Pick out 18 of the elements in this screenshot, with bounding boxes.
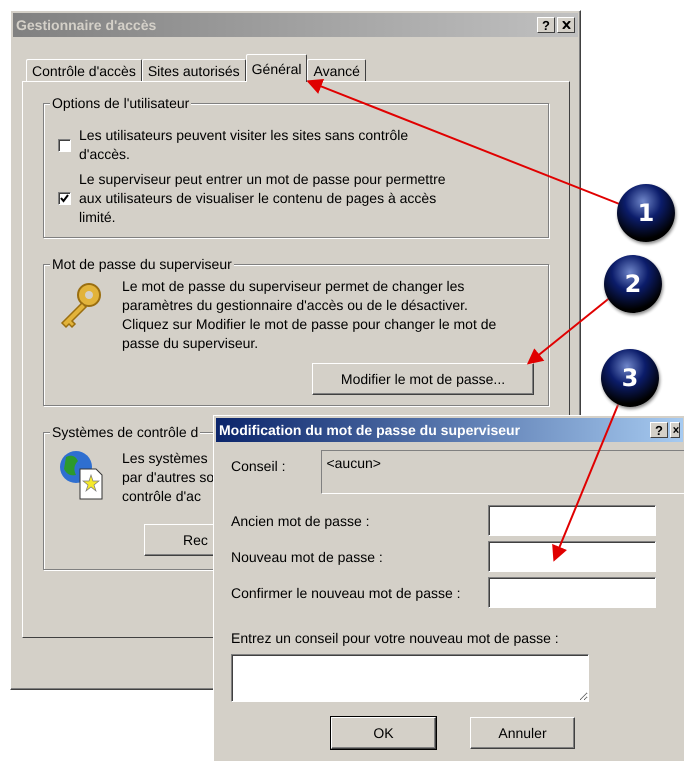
hint-value: <aucun> [321, 450, 684, 494]
description-line: contrôle d'ac [122, 487, 202, 506]
number-badge: 1 [617, 184, 675, 242]
window-title: Gestionnaire d'accès [16, 17, 158, 33]
field-label: Confirmer le nouveau mot de passe : [231, 584, 462, 600]
checkbox-label: Les utilisateurs peuvent visiter les sites sans contrôle d'accès. [79, 126, 410, 164]
description-text: Le mot de passe du superviseur permet de changer les paramètres du gestionnaire d'accès ou de le désactiver. Cliquez sur Modifier le mot de passe pour changer le mot de passe du superviseur. [122, 277, 498, 353]
description-line: par d'autres so [122, 468, 214, 487]
field-label: Entrez un conseil pour votre nouveau mot de passe : [231, 630, 560, 646]
group-title: Mot de passe du superviseur [50, 256, 234, 272]
number-badge: 2 [604, 255, 662, 313]
number-badge: 3 [601, 349, 659, 407]
group-title: Systèmes de contrôle d [50, 424, 200, 440]
dialog-title: Modification du mot de passe du superviseur [219, 422, 522, 438]
group-title: Options de l'utilisateur [50, 95, 192, 111]
hint-label: Conseil : [231, 458, 286, 476]
checkbox-label: Le superviseur peut entrer un mot de passe pour permettre aux utilisateurs de visualiser le contenu de pages à accès limité. [79, 170, 447, 227]
description-line: Les systèmes [122, 449, 209, 468]
